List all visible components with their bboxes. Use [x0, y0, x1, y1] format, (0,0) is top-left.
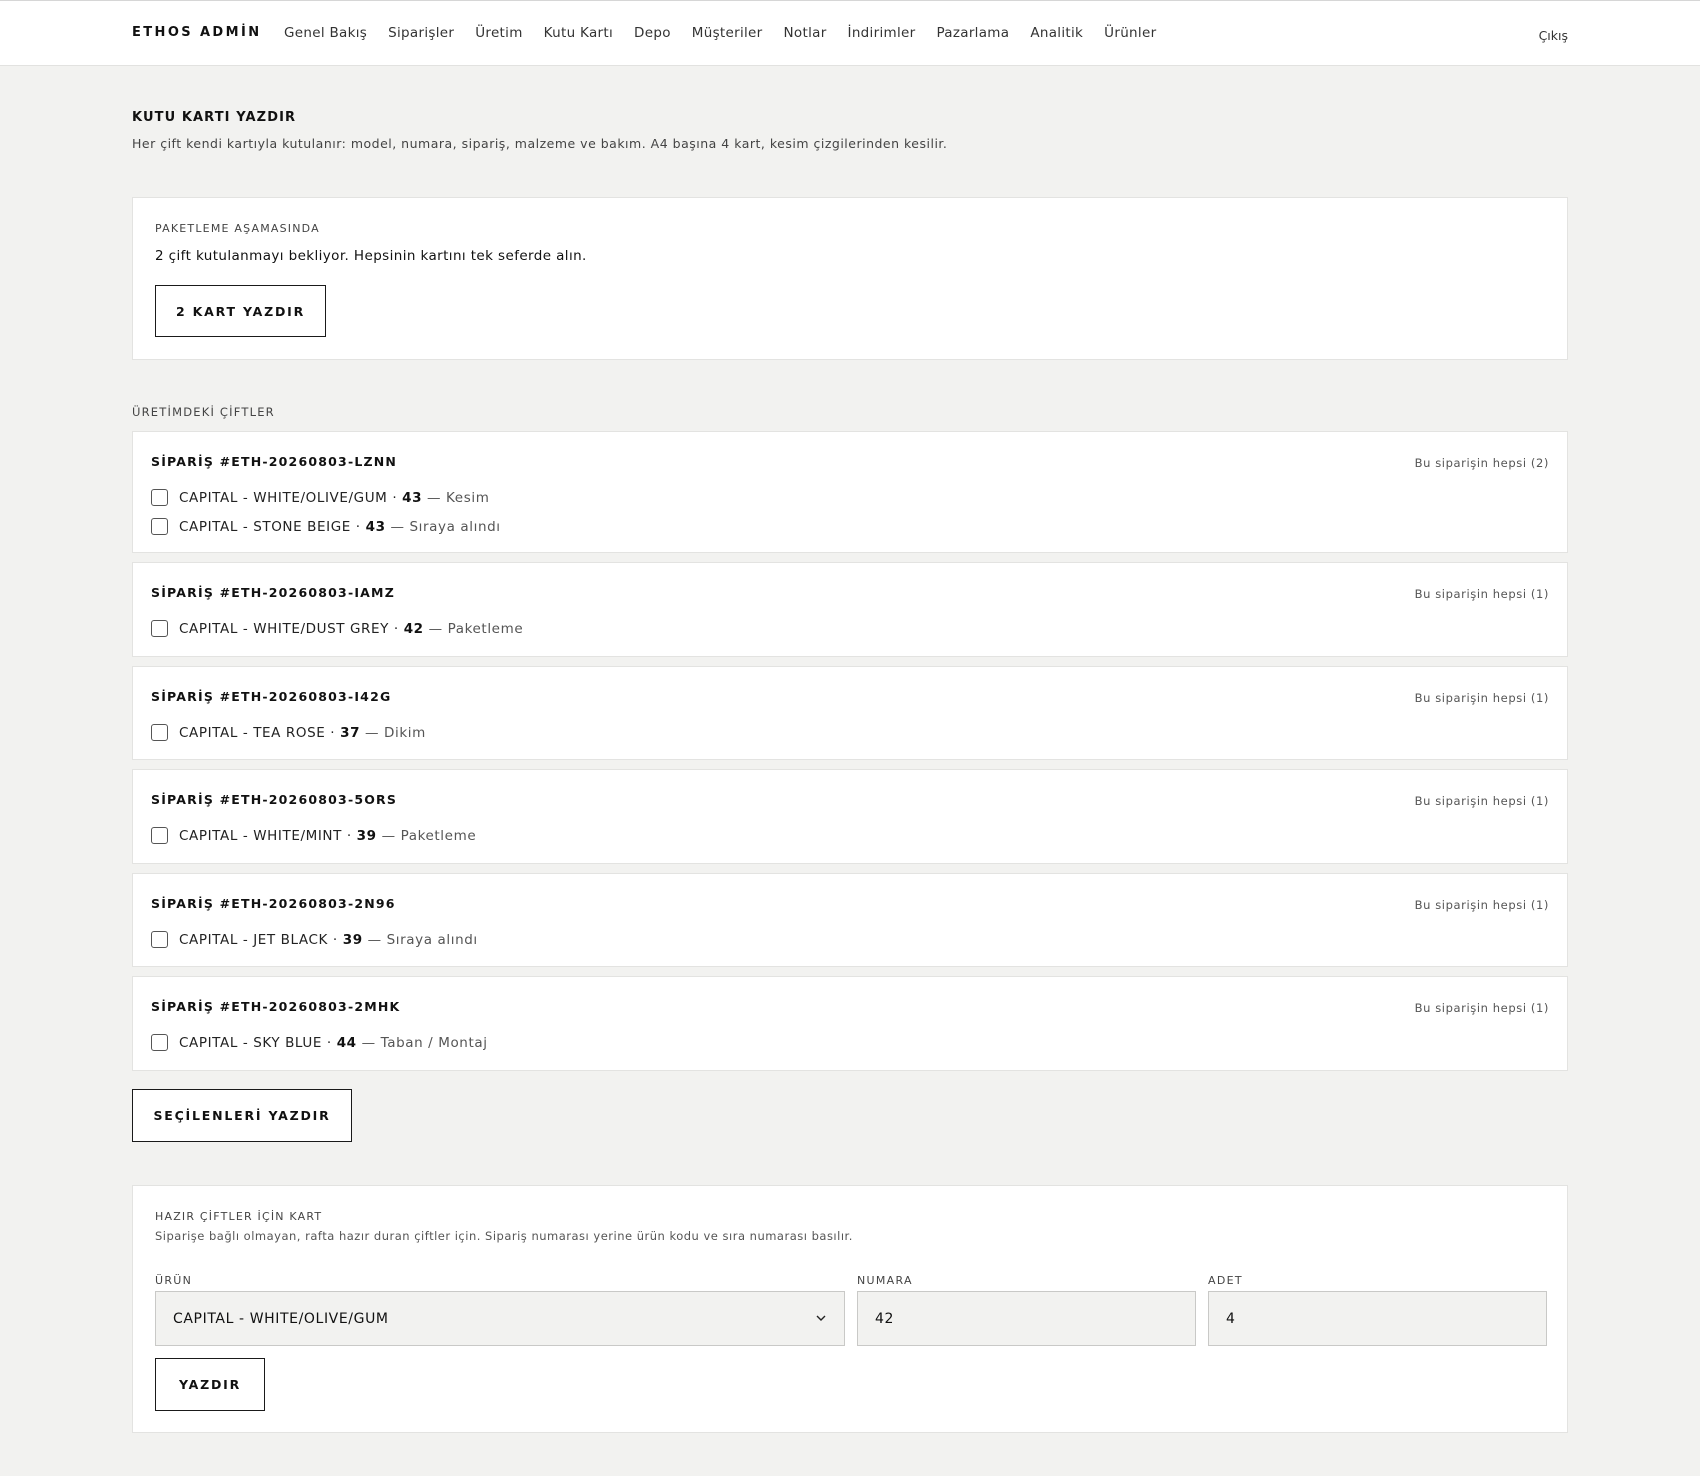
order-title: SİPARİŞ #ETH-20260803-2N96 [151, 896, 396, 911]
pair-checkbox[interactable] [151, 489, 168, 506]
order-title: SİPARİŞ #ETH-20260803-LZNN [151, 454, 398, 469]
nav-pazarlama[interactable]: Pazarlama [936, 25, 1009, 41]
pair-checkbox[interactable] [151, 518, 168, 535]
pair-size: 39 [342, 931, 363, 948]
ready-subtitle: Siparişe bağlı olmayan, rafta hazır dura… [155, 1229, 853, 1243]
nav-analitik[interactable]: Analitik [1030, 25, 1083, 41]
nav-urunler[interactable]: Ürünler [1104, 25, 1156, 41]
pair-model: CAPITAL - STONE BEIGE · [179, 518, 361, 535]
nav-kutu-karti[interactable]: Kutu Kartı [544, 25, 613, 41]
pair-stage: — Taban / Montaj [361, 1034, 488, 1051]
pair-checkbox[interactable] [151, 827, 168, 844]
nav-musteriler[interactable]: Müşteriler [692, 25, 763, 41]
packaging-eyebrow: PAKETLEME AŞAMASINDA [155, 222, 320, 235]
production-section-label: ÜRETİMDEKİ ÇİFTLER [132, 405, 275, 419]
product-select[interactable]: CAPITAL - WHITE/OLIVE/GUM [155, 1291, 845, 1346]
pair-size: 43 [365, 518, 386, 535]
ready-pairs-card: HAZIR ÇİFTLER İÇİN KART Siparişe bağlı o… [132, 1185, 1568, 1433]
ready-eyebrow: HAZIR ÇİFTLER İÇİN KART [155, 1210, 323, 1223]
select-order-all-link[interactable]: Bu siparişin hepsi (1) [1415, 1001, 1549, 1015]
nav-genel-bakis[interactable]: Genel Bakış [284, 25, 367, 41]
order-title: SİPARİŞ #ETH-20260803-IAMZ [151, 585, 395, 600]
order-title: SİPARİŞ #ETH-20260803-2MHK [151, 999, 401, 1014]
select-order-all-link[interactable]: Bu siparişin hepsi (1) [1415, 794, 1549, 808]
pair-item[interactable]: CAPITAL - STONE BEIGE · 43 — Sıraya alın… [151, 518, 501, 535]
pair-model: CAPITAL - WHITE/DUST GREY · [179, 620, 399, 637]
order-card: SİPARİŞ #ETH-20260803-5ORS Bu siparişin … [132, 769, 1568, 864]
print-packaging-cards-button[interactable]: 2 KART YAZDIR [155, 285, 326, 337]
order-title: SİPARİŞ #ETH-20260803-I42G [151, 689, 392, 704]
pair-checkbox[interactable] [151, 724, 168, 741]
pair-item[interactable]: CAPITAL - SKY BLUE · 44 — Taban / Montaj [151, 1034, 488, 1051]
order-card: SİPARİŞ #ETH-20260803-2MHK Bu siparişin … [132, 976, 1568, 1071]
nav-siparisler[interactable]: Siparişler [388, 25, 454, 41]
nav-depo[interactable]: Depo [634, 25, 671, 41]
pair-stage: — Paketleme [428, 620, 524, 637]
top-navigation-bar: ETHOS ADMİN Genel Bakış Siparişler Üreti… [0, 0, 1700, 66]
main-nav: Genel Bakış Siparişler Üretim Kutu Kartı… [284, 25, 1177, 41]
order-card: SİPARİŞ #ETH-20260803-2N96 Bu siparişin … [132, 873, 1568, 967]
chevron-down-icon [816, 1315, 826, 1321]
pair-size: 39 [356, 827, 377, 844]
pair-size: 42 [403, 620, 424, 637]
pair-model: CAPITAL - SKY BLUE · [179, 1034, 332, 1051]
page-subtitle: Her çift kendi kartıyla kutulanır: model… [132, 136, 948, 151]
product-select-value: CAPITAL - WHITE/OLIVE/GUM [173, 1310, 389, 1327]
order-title: SİPARİŞ #ETH-20260803-5ORS [151, 792, 398, 807]
select-order-all-link[interactable]: Bu siparişin hepsi (1) [1415, 587, 1549, 601]
select-order-all-link[interactable]: Bu siparişin hepsi (1) [1415, 691, 1549, 705]
order-card: SİPARİŞ #ETH-20260803-I42G Bu siparişin … [132, 666, 1568, 760]
print-selected-button[interactable]: SEÇİLENLERİ YAZDIR [132, 1089, 352, 1142]
packaging-message: 2 çift kutulanmayı bekliyor. Hepsinin ka… [155, 248, 587, 264]
pair-checkbox[interactable] [151, 1034, 168, 1051]
quantity-label: ADET [1208, 1274, 1243, 1287]
pair-model: CAPITAL - TEA ROSE · [179, 724, 336, 741]
nav-notlar[interactable]: Notlar [784, 25, 827, 41]
product-label: ÜRÜN [155, 1274, 193, 1287]
pair-model: CAPITAL - WHITE/MINT · [179, 827, 352, 844]
pair-checkbox[interactable] [151, 931, 168, 948]
size-input[interactable]: 42 [857, 1291, 1196, 1346]
pair-item[interactable]: CAPITAL - WHITE/DUST GREY · 42 — Paketle… [151, 620, 523, 637]
pair-stage: — Sıraya alındı [390, 518, 501, 535]
pair-model: CAPITAL - JET BLACK · [179, 931, 338, 948]
pair-stage: — Kesim [427, 489, 490, 506]
pair-stage: — Sıraya alındı [367, 931, 478, 948]
pair-size: 44 [336, 1034, 357, 1051]
pair-item[interactable]: CAPITAL - WHITE/OLIVE/GUM · 43 — Kesim [151, 489, 489, 506]
pair-size: 43 [402, 489, 423, 506]
pair-item[interactable]: CAPITAL - TEA ROSE · 37 — Dikim [151, 724, 426, 741]
quantity-input[interactable]: 4 [1208, 1291, 1547, 1346]
nav-indirimler[interactable]: İndirimler [848, 25, 916, 41]
pair-checkbox[interactable] [151, 620, 168, 637]
order-card: SİPARİŞ #ETH-20260803-LZNN Bu siparişin … [132, 431, 1568, 553]
pair-size: 37 [340, 724, 361, 741]
pair-item[interactable]: CAPITAL - JET BLACK · 39 — Sıraya alındı [151, 931, 478, 948]
nav-uretim[interactable]: Üretim [475, 25, 522, 41]
pair-stage: — Paketleme [381, 827, 477, 844]
logout-link[interactable]: Çıkış [1539, 28, 1568, 43]
order-card: SİPARİŞ #ETH-20260803-IAMZ Bu siparişin … [132, 562, 1568, 657]
pair-item[interactable]: CAPITAL - WHITE/MINT · 39 — Paketleme [151, 827, 476, 844]
print-ready-button[interactable]: YAZDIR [155, 1358, 265, 1411]
brand-logo[interactable]: ETHOS ADMİN [132, 25, 261, 40]
pair-stage: — Dikim [365, 724, 426, 741]
size-label: NUMARA [857, 1274, 913, 1287]
packaging-card: PAKETLEME AŞAMASINDA 2 çift kutulanmayı … [132, 197, 1568, 360]
select-order-all-link[interactable]: Bu siparişin hepsi (1) [1415, 898, 1549, 912]
page-title: KUTU KARTI YAZDIR [132, 110, 297, 125]
pair-model: CAPITAL - WHITE/OLIVE/GUM · [179, 489, 398, 506]
select-order-all-link[interactable]: Bu siparişin hepsi (2) [1415, 456, 1549, 470]
